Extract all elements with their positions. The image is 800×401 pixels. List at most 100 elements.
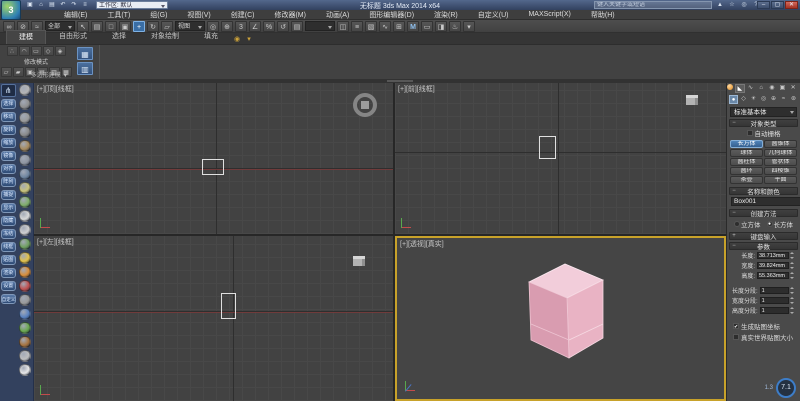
box-wireframe[interactable]	[221, 293, 236, 319]
dock-script-icon[interactable]	[19, 336, 31, 348]
rollout-keyboard-entry[interactable]: + 键盘输入	[729, 232, 798, 240]
spinner[interactable]	[790, 287, 795, 294]
primitive-button[interactable]: 圆锥体	[764, 140, 797, 148]
spinner[interactable]	[790, 252, 795, 259]
dock-tool-button[interactable]: 捕捉	[1, 190, 16, 200]
toolbar-button[interactable]: ∿	[379, 21, 391, 32]
panel-footer-label[interactable]: 多边形建模 ▼	[0, 70, 99, 79]
menu-item[interactable]: 渲染(R)	[424, 10, 468, 20]
infocenter-icon[interactable]: ▲	[716, 1, 724, 9]
rollout-creation-method[interactable]: − 创建方法	[729, 209, 798, 217]
viewport-top[interactable]: [+][顶][线框]	[34, 83, 393, 234]
menu-item[interactable]: 自定义(U)	[468, 10, 519, 20]
menu-item[interactable]: 修改器(M)	[264, 10, 316, 20]
dock-tool-button[interactable]: 设置	[1, 281, 16, 291]
checkbox-row[interactable]: 真实世界贴图大小	[727, 332, 800, 342]
primitive-button[interactable]: 圆柱体	[730, 158, 763, 166]
dock-tool-button[interactable]: 移动	[1, 112, 16, 122]
parameter-value-field[interactable]: 39.824mm	[757, 262, 789, 269]
dock-script-icon[interactable]	[19, 196, 31, 208]
dock-tool-button[interactable]: 旋转	[1, 125, 16, 135]
command-panel-tab-icon[interactable]: ⌂	[756, 84, 766, 93]
toolbar-button[interactable]: ▧	[365, 21, 377, 32]
menu-item[interactable]: MAXScript(X)	[518, 11, 580, 18]
dock-tool-button[interactable]: 冻结	[1, 229, 16, 239]
primitive-type-dropdown[interactable]: 标准基本体	[730, 107, 797, 117]
parameter-value-field[interactable]: 1	[760, 307, 790, 314]
primitive-button[interactable]: 管状体	[764, 158, 797, 166]
parameter-value-field[interactable]: 38.713mm	[757, 252, 789, 259]
primitive-button[interactable]: 圆环	[730, 167, 763, 175]
viewport-label[interactable]: [+][透视][真实]	[400, 239, 444, 249]
create-category-icon[interactable]: ≈	[779, 95, 788, 104]
ribbon-extra-icon[interactable]: ▾	[243, 35, 255, 44]
ribbon-tool-icon[interactable]: ∴	[7, 46, 18, 56]
toolbar-button[interactable]: ▾	[463, 21, 475, 32]
dock-script-icon[interactable]	[19, 98, 31, 110]
ribbon-tool-icon[interactable]: ◇	[43, 46, 54, 56]
toolbar-button[interactable]: ▤	[291, 21, 303, 32]
toolbar-button[interactable]: ∠	[249, 21, 261, 32]
toolbar-button[interactable]: ◨	[435, 21, 447, 32]
spinner[interactable]	[790, 262, 795, 269]
menu-item[interactable]: 创建(C)	[221, 10, 265, 20]
dock-script-icon[interactable]	[19, 112, 31, 124]
dock-script-icon[interactable]	[19, 224, 31, 236]
ribbon-toggle-button[interactable]: ▦	[77, 47, 93, 60]
viewport-perspective-active[interactable]: [+][透视][真实]	[395, 236, 726, 401]
viewport-front[interactable]: [+][前][线框]	[395, 83, 726, 234]
spinner[interactable]	[790, 297, 795, 304]
toolbar-button[interactable]: M	[407, 21, 419, 32]
viewport-left[interactable]: [+][左][线框]	[34, 236, 393, 401]
menu-item[interactable]: 组(G)	[140, 10, 177, 20]
command-panel-tab-icon[interactable]: ◣	[735, 84, 745, 93]
create-category-icon[interactable]: ⊛	[789, 95, 798, 104]
dock-script-icon[interactable]	[19, 350, 31, 362]
dock-tool-button[interactable]: 贴图	[1, 255, 16, 265]
create-category-icon[interactable]: ◇	[739, 95, 748, 104]
command-panel-tab-icon[interactable]: ◉	[767, 84, 777, 93]
dock-tool-button[interactable]: 线框	[1, 242, 16, 252]
parameter-value-field[interactable]: 1	[760, 297, 790, 304]
primitive-button[interactable]: 球体	[730, 149, 763, 157]
workspace-dropdown[interactable]: 工作区: 默认	[96, 1, 168, 9]
create-category-icon[interactable]: ◎	[759, 95, 768, 104]
pink-box-object[interactable]	[515, 252, 615, 364]
primitive-button[interactable]: 几何球体	[764, 149, 797, 157]
dock-script-icon[interactable]	[19, 210, 31, 222]
quick-access-icon[interactable]: ▤	[48, 1, 56, 9]
dock-script-icon[interactable]	[19, 168, 31, 180]
dock-script-icon[interactable]	[19, 84, 31, 96]
quick-access-icon[interactable]: ↶	[59, 1, 67, 9]
command-panel-tab-icon[interactable]: ✕	[788, 84, 798, 93]
dock-script-icon[interactable]	[19, 266, 31, 278]
viewport-label[interactable]: [+][前][线框]	[398, 84, 435, 94]
create-category-icon[interactable]: ⊕	[769, 95, 778, 104]
dock-tool-button[interactable]: 缩放	[1, 138, 16, 148]
toolbar-button[interactable]: 3	[235, 21, 247, 32]
menu-item[interactable]: 帮助(H)	[581, 10, 625, 20]
dock-tool-button[interactable]: 对齐	[1, 164, 16, 174]
quick-access-icon[interactable]: ▣	[26, 1, 34, 9]
parameter-value-field[interactable]: 55.363mm	[757, 272, 789, 279]
object-name-field[interactable]	[731, 197, 800, 206]
spinner[interactable]	[790, 307, 795, 314]
ribbon-tool-icon[interactable]: ◠	[19, 46, 30, 56]
spinner[interactable]	[790, 272, 795, 279]
primitive-button[interactable]: 长方体	[730, 140, 763, 148]
ribbon-tab[interactable]: 选择	[100, 30, 138, 44]
dock-script-icon[interactable]	[19, 182, 31, 194]
primitive-button[interactable]: 四棱锥	[764, 167, 797, 175]
rollout-object-type[interactable]: − 对象类型	[729, 119, 798, 127]
dock-script-icon[interactable]	[19, 294, 31, 306]
menu-item[interactable]: 编辑(E)	[54, 10, 97, 20]
toolbar-button[interactable]: ≡	[351, 21, 363, 32]
command-panel-tab-icon[interactable]: ∿	[746, 84, 756, 93]
plugin-badge[interactable]: 7.1	[776, 378, 796, 398]
radio-option[interactable]: ● 长方体	[767, 219, 794, 229]
ribbon-tab[interactable]: 建模	[6, 30, 46, 44]
command-panel-tab-icon[interactable]: ▣	[778, 84, 788, 93]
toolbar-button[interactable]: ◫	[337, 21, 349, 32]
quick-access-icon[interactable]: ≡	[81, 1, 89, 9]
dock-tool-button[interactable]: 渲染	[1, 268, 16, 278]
